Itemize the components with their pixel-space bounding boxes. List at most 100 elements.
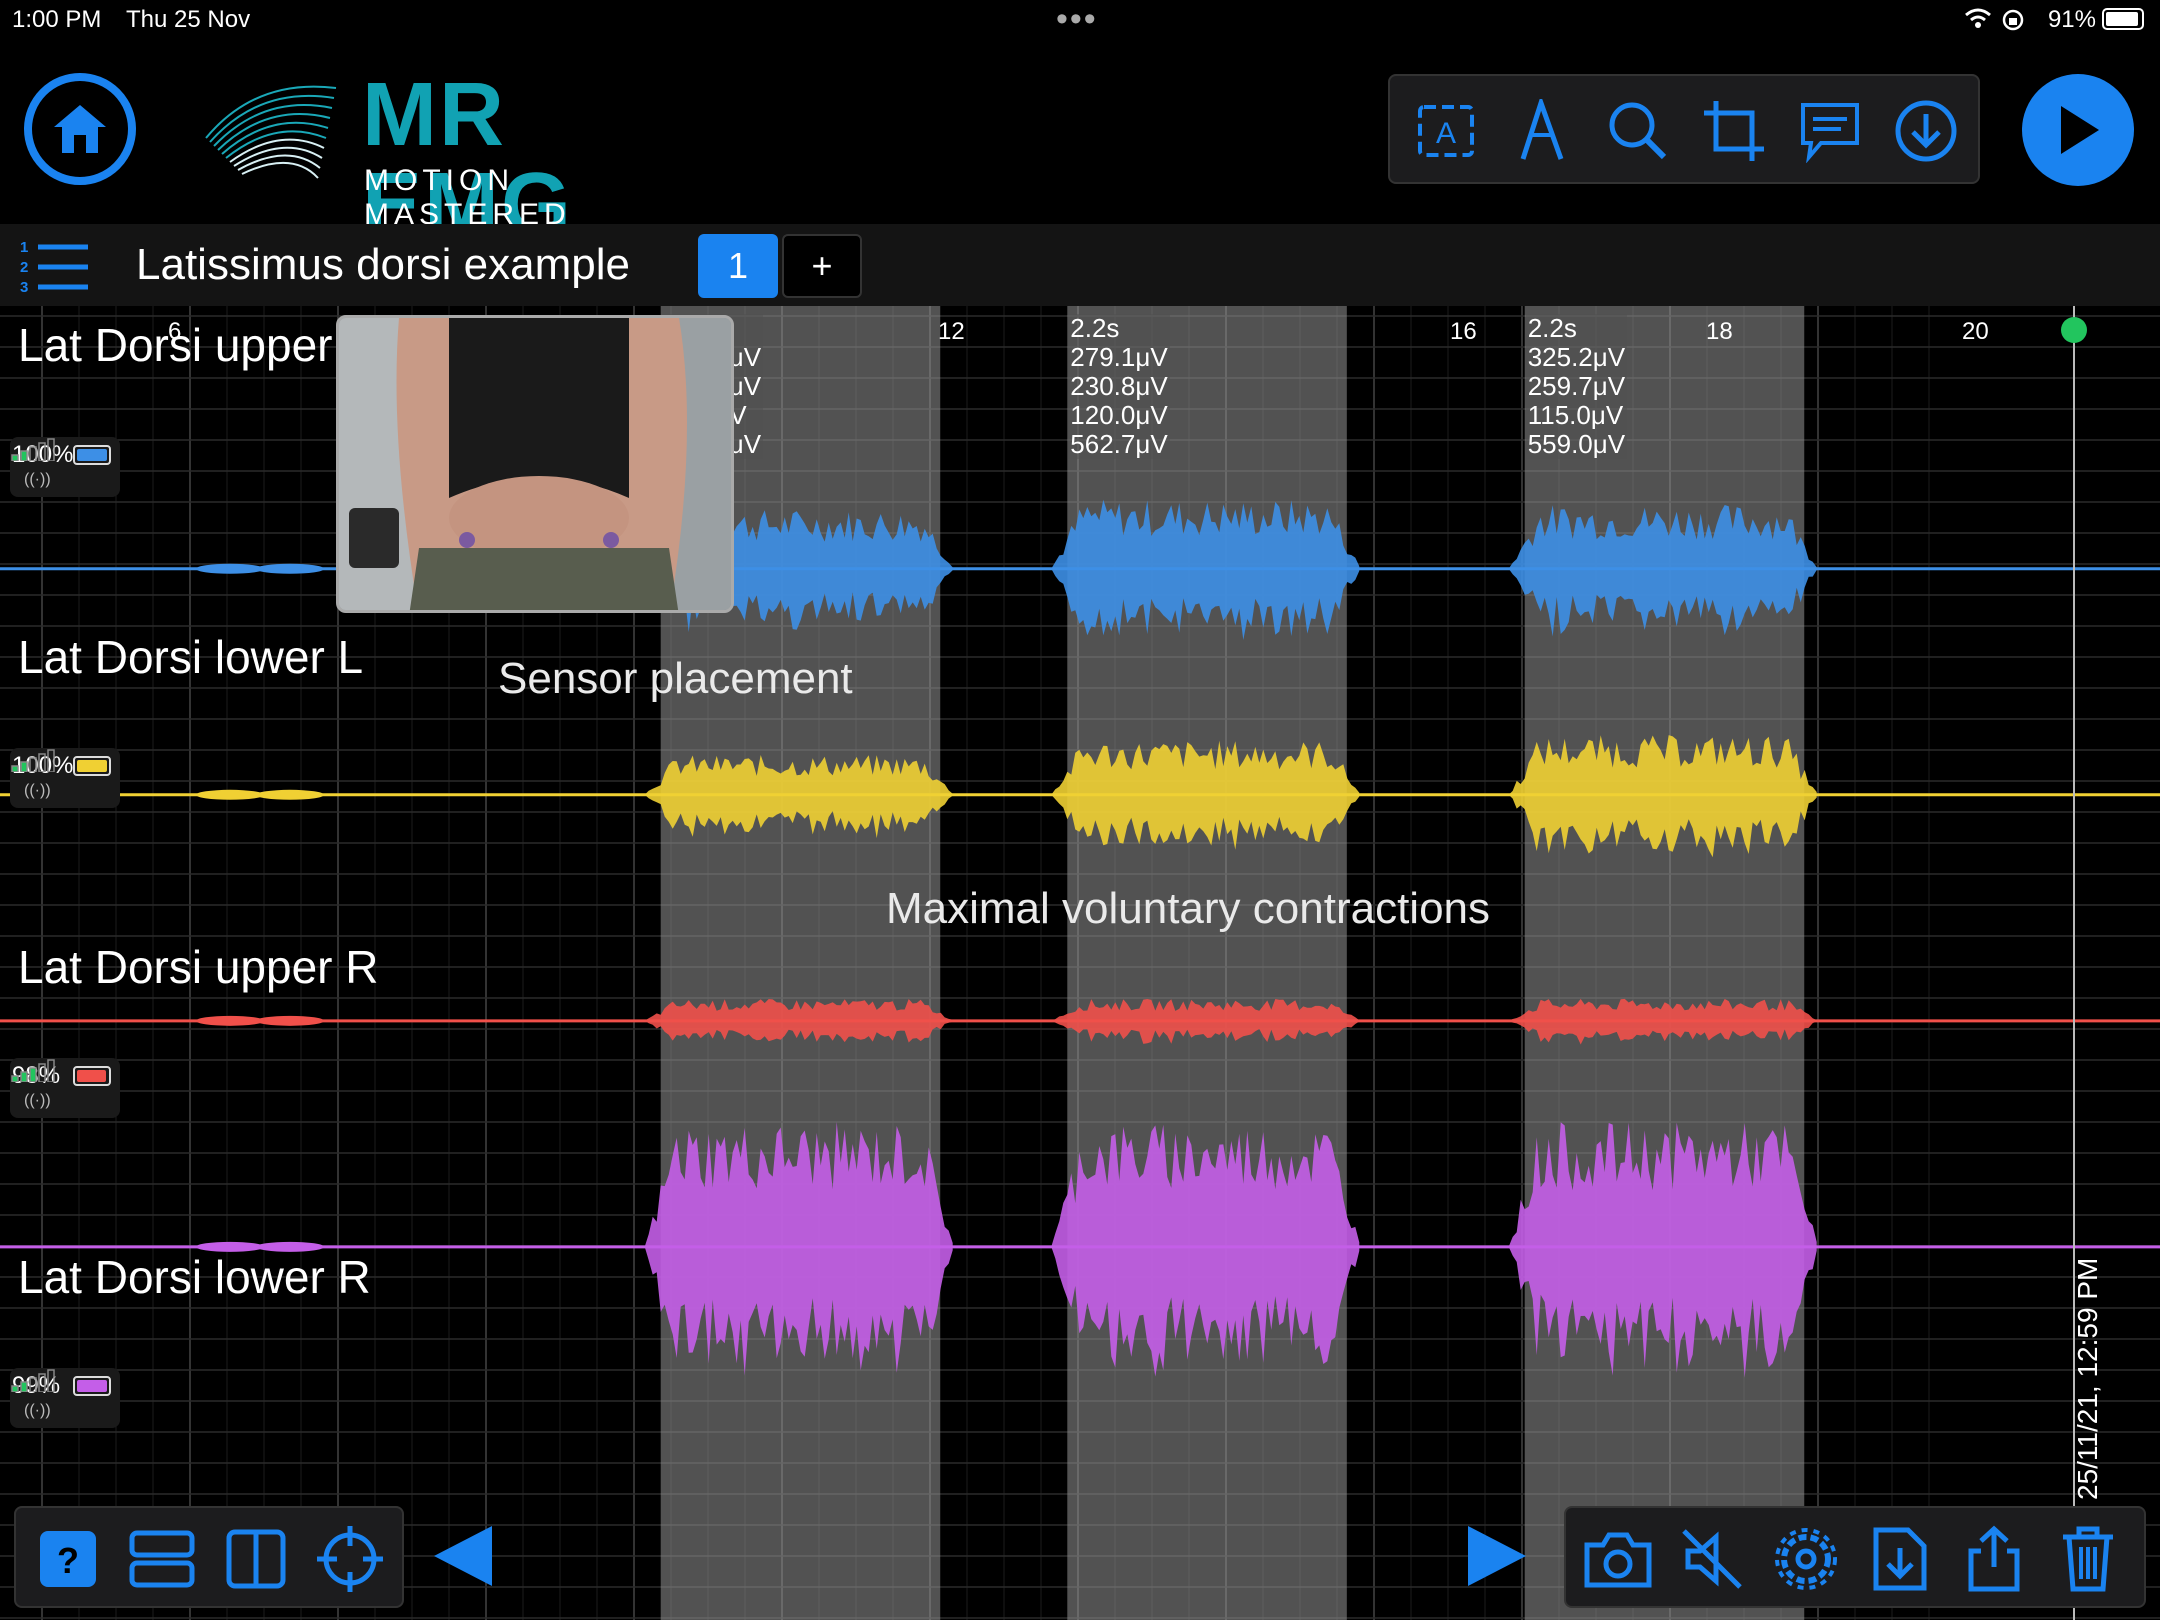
sensor-battery-icon (73, 756, 111, 776)
sensor-status-badge[interactable]: 100% ((·)) (10, 437, 120, 497)
signal-strength-icon (11, 438, 55, 461)
wifi-icon (1965, 8, 1991, 28)
time-tick-label: 16 (1450, 318, 1477, 345)
signal-bar (11, 1075, 19, 1082)
sensor-placement-photo[interactable] (336, 315, 734, 613)
tab-page-1[interactable]: 1 (698, 234, 778, 298)
numbered-list-icon[interactable]: 1 2 3 (18, 238, 92, 294)
help-icon: ? (40, 1531, 96, 1587)
help-button[interactable]: ? (30, 1521, 106, 1597)
selection-duration: 2.2s (1527, 313, 1577, 343)
logo-mark-icon (205, 85, 337, 179)
sensor-signal-icon: ((·)) (24, 782, 51, 799)
delete-button[interactable] (2050, 1521, 2126, 1597)
emg-plot[interactable]: 612161820 2.2s229.4μV185.8μV96.4μV505.2μ… (0, 306, 2160, 1620)
triangle-left-icon (434, 1526, 492, 1586)
marker-icon (1520, 99, 1564, 160)
signal-strength-icon (11, 749, 55, 772)
selection-stats-box: 2.2s 279.1μV 230.8μV 120.0μV 562.7μV (1068, 314, 1170, 459)
emg-noise (196, 1015, 264, 1026)
signal-bar (29, 1377, 37, 1392)
signal-bar (11, 454, 19, 461)
comment-button[interactable] (1792, 93, 1868, 169)
emg-noise (196, 789, 264, 800)
signal-bar (20, 1071, 28, 1082)
signal-bar (11, 765, 19, 772)
signal-bar (38, 442, 46, 461)
time-tick-label: 20 (1962, 318, 1989, 345)
next-selection-button[interactable] (1466, 1524, 1528, 1593)
share-button[interactable] (1956, 1521, 2032, 1597)
emg-noise (256, 1015, 324, 1026)
logo-subtitle: MOTION MASTERED (364, 164, 571, 231)
settings-button[interactable] (1768, 1521, 1844, 1597)
crop-icon (1704, 101, 1764, 161)
svg-text:3: 3 (20, 279, 28, 294)
add-tab-button[interactable]: + (782, 234, 862, 298)
target-button[interactable] (312, 1521, 388, 1597)
text-annotation-button[interactable]: A (1408, 93, 1484, 169)
svg-text:2: 2 (20, 259, 28, 276)
time-tick-label: 18 (1706, 318, 1733, 345)
sensor-status-badge[interactable]: 98% ((·)) (10, 1058, 120, 1118)
split-view-button[interactable] (218, 1521, 294, 1597)
magnify-button[interactable] (1600, 93, 1676, 169)
home-icon (54, 105, 106, 153)
triangle-right-icon (1468, 1526, 1526, 1586)
battery-icon (2102, 8, 2144, 30)
status-time: 1:00 PM (12, 6, 102, 33)
stacked-view-button[interactable] (124, 1521, 200, 1597)
selection-value: 259.7μV (1527, 371, 1626, 401)
mute-button[interactable] (1674, 1521, 1750, 1597)
sensor-battery-fill (77, 1070, 107, 1082)
sensor-battery-fill (77, 1380, 107, 1392)
signal-strength-icon (11, 1059, 55, 1082)
svg-text:?: ? (57, 1540, 79, 1581)
contraction-annotation[interactable]: Maximal voluntary contractions (886, 884, 1490, 934)
signal-bar (20, 761, 28, 772)
sensor-signal-icon: ((·)) (24, 471, 51, 488)
crop-button[interactable] (1696, 93, 1772, 169)
multitasking-dots-icon[interactable]: ••• (1056, 0, 1098, 39)
channel-label: Lat Dorsi upper R (18, 941, 379, 993)
selection-value: 230.8μV (1070, 371, 1168, 401)
file-import-button[interactable] (1862, 1521, 1938, 1597)
settings-icon (1775, 1528, 1837, 1590)
svg-text:1: 1 (20, 239, 28, 256)
signal-bar (29, 446, 37, 461)
signal-bar (47, 1369, 55, 1392)
photo-caption[interactable]: Sensor placement (498, 654, 853, 704)
mute-icon (1682, 1529, 1742, 1589)
recording-tabbar: 1 2 3 Latissimus dorsi example 1 + (0, 224, 2160, 306)
signal-bar (20, 1381, 28, 1392)
signal-bar (29, 757, 37, 772)
share-icon (1968, 1525, 2020, 1592)
emg-noise (196, 563, 264, 574)
home-button[interactable] (24, 73, 136, 185)
selection-value: 279.1μV (1070, 342, 1168, 372)
sensor-battery-icon (73, 1376, 111, 1396)
play-button[interactable] (2022, 74, 2134, 186)
signal-bar (11, 1385, 19, 1392)
sensor-status-badge[interactable]: 100% ((·)) (10, 748, 120, 808)
comment-icon (1801, 103, 1859, 163)
signal-bar (47, 438, 55, 461)
signal-bar (47, 749, 55, 772)
marker-button[interactable] (1504, 93, 1580, 169)
camera-button[interactable] (1580, 1521, 1656, 1597)
signal-bar (20, 450, 28, 461)
status-bar: 1:00 PM Thu 25 Nov ••• 91% (0, 0, 2160, 40)
signal-bar (38, 753, 46, 772)
logo: MR EMG MOTION MASTERED (196, 68, 716, 250)
channel-label: Lat Dorsi lower R (18, 1251, 371, 1303)
file-import-icon (1873, 1527, 1927, 1591)
sensor-photo-image (339, 318, 731, 610)
app-screen: 1:00 PM Thu 25 Nov ••• 91% MR EMG MOTION… (0, 0, 2160, 1620)
previous-selection-button[interactable] (432, 1524, 494, 1593)
cursor-handle (2061, 317, 2087, 343)
selection-value: 562.7μV (1070, 429, 1168, 459)
sensor-battery-icon (73, 445, 111, 465)
download-button[interactable] (1888, 93, 1964, 169)
sensor-status-badge[interactable]: 99% ((·)) (10, 1368, 120, 1428)
action-toolbar (1564, 1506, 2146, 1608)
